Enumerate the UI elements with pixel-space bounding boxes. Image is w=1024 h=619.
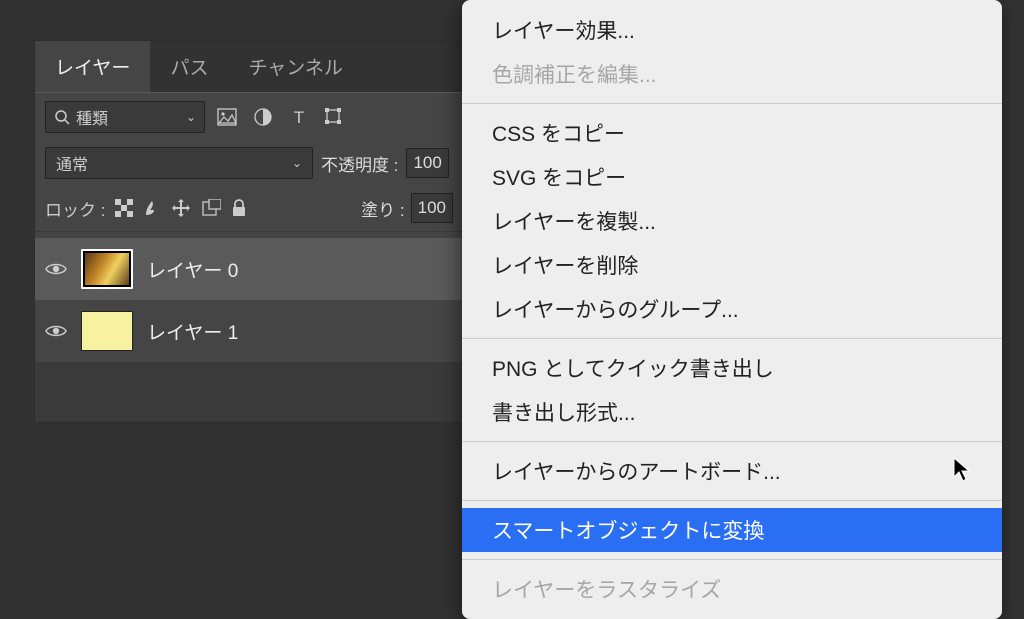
layer-list-empty xyxy=(35,362,463,422)
layer-context-menu[interactable]: レイヤー効果...色調補正を編集... CSS をコピーSVG をコピーレイヤーを… xyxy=(462,0,1002,619)
visibility-eye-icon[interactable] xyxy=(45,261,67,277)
opacity-label: 不透明度 : xyxy=(321,151,398,176)
menu-item[interactable]: 書き出し形式... xyxy=(462,390,1002,434)
layer-thumbnail[interactable] xyxy=(81,311,133,351)
menu-item[interactable]: レイヤーからのグループ... xyxy=(462,287,1002,331)
filter-type-label: 種類 xyxy=(76,105,108,129)
menu-item[interactable]: レイヤーからのアートボード... xyxy=(462,449,1002,493)
lock-all-icon[interactable] xyxy=(231,199,247,217)
menu-item[interactable]: スマートオブジェクトに変換 xyxy=(462,508,1002,552)
menu-item[interactable]: レイヤー効果... xyxy=(462,8,1002,52)
layer-list: レイヤー 0 レイヤー 1 xyxy=(35,232,463,422)
filter-shape-icon[interactable] xyxy=(321,103,349,131)
opacity-value[interactable]: 100 xyxy=(406,148,448,178)
lock-row: ロック : 塗り : 100 xyxy=(35,185,463,232)
filter-pixel-icon[interactable] xyxy=(213,103,241,131)
lock-icons xyxy=(115,198,247,218)
menu-item[interactable]: レイヤーを削除 xyxy=(462,243,1002,287)
tab-paths[interactable]: パス xyxy=(150,41,228,92)
layer-item[interactable]: レイヤー 1 xyxy=(35,300,463,362)
menu-separator xyxy=(462,338,1002,339)
lock-artboard-icon[interactable] xyxy=(201,199,221,217)
fill-value[interactable]: 100 xyxy=(411,193,453,223)
filter-type-text-icon[interactable]: T xyxy=(285,103,313,131)
menu-item[interactable]: CSS をコピー xyxy=(462,111,1002,155)
lock-image-icon[interactable] xyxy=(143,199,161,217)
filter-type-select[interactable]: 種類 ⌄ xyxy=(45,101,205,133)
menu-separator xyxy=(462,559,1002,560)
layers-panel: レイヤー パス チャンネル 種類 ⌄ T 通常 ⌄ 不透明度 : 100 xyxy=(34,40,464,423)
visibility-eye-icon[interactable] xyxy=(45,323,67,339)
panel-tabs: レイヤー パス チャンネル xyxy=(35,41,463,92)
blend-mode-row: 通常 ⌄ 不透明度 : 100 xyxy=(35,141,463,185)
menu-separator xyxy=(462,441,1002,442)
layer-name[interactable]: レイヤー 1 xyxy=(147,318,238,345)
tab-channels[interactable]: チャンネル xyxy=(228,41,362,92)
layer-name[interactable]: レイヤー 0 xyxy=(147,256,238,283)
chevron-down-icon: ⌄ xyxy=(186,110,196,124)
blend-mode-value: 通常 xyxy=(56,151,88,175)
menu-item[interactable]: SVG をコピー xyxy=(462,155,1002,199)
chevron-down-icon: ⌄ xyxy=(292,156,302,170)
menu-item[interactable]: レイヤーを複製... xyxy=(462,199,1002,243)
blend-mode-select[interactable]: 通常 ⌄ xyxy=(45,147,313,179)
layer-item[interactable]: レイヤー 0 xyxy=(35,238,463,300)
filter-adjustment-icon[interactable] xyxy=(249,103,277,131)
menu-item: レイヤーをラスタライズ xyxy=(462,567,1002,611)
search-icon xyxy=(54,109,70,125)
layer-thumbnail[interactable] xyxy=(81,249,133,289)
menu-separator xyxy=(462,103,1002,104)
menu-item[interactable]: PNG としてクイック書き出し xyxy=(462,346,1002,390)
svg-text:T: T xyxy=(294,108,304,126)
tab-layers[interactable]: レイヤー xyxy=(35,41,150,92)
menu-item: 色調補正を編集... xyxy=(462,52,1002,96)
menu-separator xyxy=(462,500,1002,501)
lock-transparency-icon[interactable] xyxy=(115,199,133,217)
lock-position-icon[interactable] xyxy=(171,198,191,218)
fill-label: 塗り : xyxy=(361,196,404,221)
lock-label: ロック : xyxy=(45,196,105,221)
layer-filter-toolbar: 種類 ⌄ T xyxy=(35,92,463,141)
